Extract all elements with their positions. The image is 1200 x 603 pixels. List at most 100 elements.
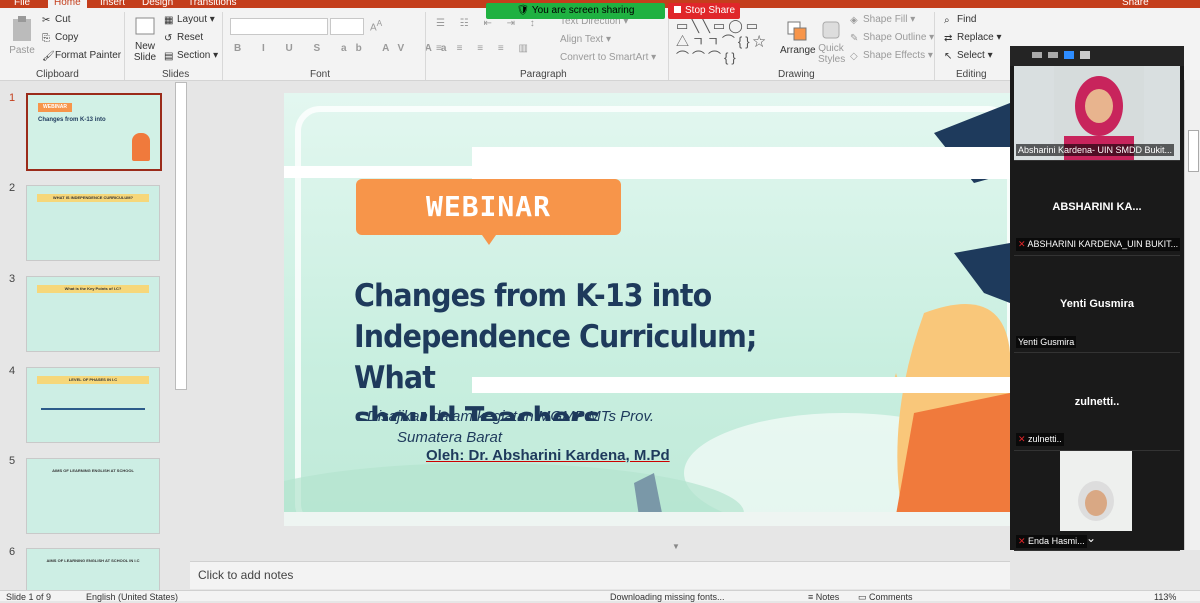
- font-name-field[interactable]: [230, 18, 328, 35]
- video-gallery-panel: Absharini Kardena- UIN SMDD Bukit... ABS…: [1010, 46, 1184, 551]
- tab-share[interactable]: Share: [1122, 0, 1149, 8]
- replace-button[interactable]: ⇄ Replace ▾: [944, 32, 1002, 44]
- thumb-title: LEVEL OF PHASES IN I.C: [37, 376, 149, 384]
- tab-design[interactable]: Design: [142, 0, 173, 8]
- divider: [425, 12, 426, 80]
- tab-transitions[interactable]: Transitions: [188, 0, 237, 8]
- arrange-icon: [787, 21, 807, 41]
- new-slide-button[interactable]: New Slide: [130, 14, 160, 63]
- shapes-gallery[interactable]: ▭╲╲▭◯▭ △ㄱㄱ⌒{}☆ ⌒⌒⌒{}: [676, 18, 769, 66]
- participant-name: Yenti Gusmira: [1060, 298, 1134, 310]
- font-format-buttons[interactable]: B I U S ab AV Aa: [234, 43, 455, 54]
- shape-effects-button[interactable]: ◇ Shape Effects ▾: [850, 50, 933, 62]
- notes-label: Notes: [815, 592, 840, 602]
- slide-thumbnail[interactable]: AIMS OF LEARNING ENGLISH AT SCHOOL IN I.…: [26, 548, 160, 592]
- slide-scrollbar[interactable]: [1184, 80, 1200, 550]
- slide-thumbnail[interactable]: LEVEL OF PHASES IN I.C: [26, 367, 160, 443]
- scroll-thumb[interactable]: [1188, 130, 1199, 172]
- participant-name-tag: Absharini Kardena- UIN SMDD Bukit...: [1016, 144, 1175, 156]
- format-painter-label: Format Painter: [55, 50, 122, 61]
- tab-file[interactable]: File: [14, 0, 30, 8]
- participant-video[interactable]: ✕ Enda Hasmi... ⌄: [1014, 451, 1180, 551]
- participant-tile[interactable]: Yenti Gusmira Yenti Gusmira: [1014, 258, 1180, 353]
- participant-name: ABSHARINI KA...: [1052, 201, 1142, 213]
- shape-fill-button[interactable]: ◈ Shape Fill ▾: [850, 14, 915, 26]
- slide-thumbnail[interactable]: What is the Key Points of I.C?: [26, 276, 160, 352]
- arrange-button[interactable]: Arrange: [780, 20, 816, 56]
- thumb-title: AIMS OF LEARNING ENGLISH AT SCHOOL: [52, 468, 134, 473]
- paste-label: Paste: [9, 45, 35, 56]
- minimize-icon[interactable]: [1032, 52, 1042, 58]
- convert-smartart-button[interactable]: Convert to SmartArt ▾: [560, 52, 656, 63]
- chevron-down-icon[interactable]: ▼: [672, 542, 680, 551]
- notes-pane[interactable]: Click to add notes: [190, 561, 1010, 589]
- align-buttons[interactable]: ≡ ≡ ≡ ≡ ▥: [436, 43, 534, 54]
- participant-tile[interactable]: zulnetti.. ✕ zulnetti..: [1014, 356, 1180, 451]
- notes-divider[interactable]: ▼: [190, 540, 1010, 560]
- select-button[interactable]: ↖ Select ▾: [944, 50, 993, 62]
- language-indicator[interactable]: English (United States): [86, 592, 178, 602]
- participant-tile[interactable]: ABSHARINI KA... ✕ ABSHARINI KARDENA_UIN …: [1014, 161, 1181, 256]
- speaker-view-icon[interactable]: [1048, 52, 1058, 58]
- slide-canvas[interactable]: WEBINAR Changes from K-13 into Independe…: [284, 93, 1010, 526]
- thumbnails-scrollbar[interactable]: [175, 82, 187, 390]
- slide-thumbnail[interactable]: WEBINAR Changes from K-13 into: [26, 93, 162, 171]
- mic-muted-icon: ✕: [1018, 434, 1029, 444]
- slide-thumbnail[interactable]: WHAT IS INDEPENDENCE CURRICULUM?: [26, 185, 160, 261]
- layout-button[interactable]: ▦ Layout ▾: [164, 14, 215, 26]
- participant-video[interactable]: Absharini Kardena- UIN SMDD Bukit...: [1014, 66, 1180, 161]
- reset-button[interactable]: ↺ Reset: [164, 32, 203, 44]
- stop-share-button[interactable]: Stop Share: [668, 3, 740, 19]
- copy-icon: ⎘: [42, 33, 50, 44]
- paste-button[interactable]: Paste: [8, 16, 36, 56]
- thumb-title: Changes from K-13 into: [38, 117, 106, 123]
- presented-line-1: Disajikan dalam kegiatan MGMP MTs Prov.: [367, 408, 655, 425]
- font-size-field[interactable]: [330, 18, 364, 35]
- thumb-badge: WEBINAR: [38, 103, 72, 112]
- copy-button[interactable]: ⎘ Copy: [42, 32, 79, 44]
- shape-outline-button[interactable]: ✎ Shape Outline ▾: [850, 32, 934, 44]
- grid-view-icon[interactable]: [1080, 51, 1090, 59]
- format-painter-button[interactable]: 🖌Format Painter: [42, 50, 122, 62]
- align-text-button[interactable]: Align Text ▾: [560, 34, 611, 45]
- find-button[interactable]: ⌕ Find: [944, 14, 976, 26]
- comments-toggle[interactable]: ▭ Comments: [858, 592, 913, 603]
- scissors-icon: ✂: [42, 15, 51, 26]
- copy-label: Copy: [55, 32, 79, 43]
- slides-group-label: Slides: [162, 69, 190, 80]
- strip-view-icon[interactable]: [1064, 51, 1074, 59]
- chevron-down-icon[interactable]: ⌄: [1086, 531, 1096, 545]
- tab-insert[interactable]: Insert: [100, 0, 125, 8]
- slide-thumbnails-pane: 1 WEBINAR Changes from K-13 into 2 WHAT …: [0, 82, 188, 592]
- tab-home[interactable]: Home: [48, 0, 87, 8]
- title-line-1: Changes from K-13 into: [354, 278, 712, 314]
- notes-toggle[interactable]: ≡ Notes: [808, 592, 839, 602]
- stop-icon: [674, 6, 681, 13]
- new-slide-label: New Slide: [133, 41, 157, 63]
- render-artifact: [284, 512, 1010, 526]
- sharing-status: You are screen sharing: [531, 5, 635, 16]
- cursor-icon: ↖: [944, 51, 953, 62]
- replace-label: Replace: [957, 32, 994, 43]
- quick-styles-button[interactable]: Quick Styles: [818, 20, 845, 65]
- font-download-status: Downloading missing fonts...: [610, 592, 725, 602]
- font-grow-button[interactable]: AA: [370, 18, 382, 33]
- zoom-level[interactable]: 113%: [1154, 592, 1176, 602]
- reset-icon: ↺: [164, 33, 173, 44]
- slide-thumbnail[interactable]: AIMS OF LEARNING ENGLISH AT SCHOOL: [26, 458, 160, 534]
- participant-name-tag: ✕ ABSHARINI KARDENA_UIN BUKIT...: [1016, 238, 1181, 251]
- participant-name-tag: ✕ Enda Hasmi...: [1016, 535, 1087, 548]
- paste-icon: [13, 16, 31, 41]
- shape-effects-label: Shape Effects: [863, 50, 926, 61]
- notes-icon: ≡: [808, 592, 816, 602]
- list-buttons[interactable]: ☰ ☷ ⇤ ⇥ ↕: [436, 18, 541, 29]
- section-button[interactable]: ▤ Section ▾: [164, 50, 218, 62]
- effects-icon: ◇: [850, 51, 858, 62]
- shape-outline-label: Shape Outline: [863, 32, 927, 43]
- participant-avatar: [1060, 451, 1132, 531]
- participant-name-tag: Yenti Gusmira: [1016, 336, 1077, 348]
- clipboard-group-label: Clipboard: [36, 69, 79, 80]
- pen-icon: ✎: [850, 33, 859, 44]
- divider: [124, 12, 125, 80]
- cut-button[interactable]: ✂ Cut: [42, 14, 71, 26]
